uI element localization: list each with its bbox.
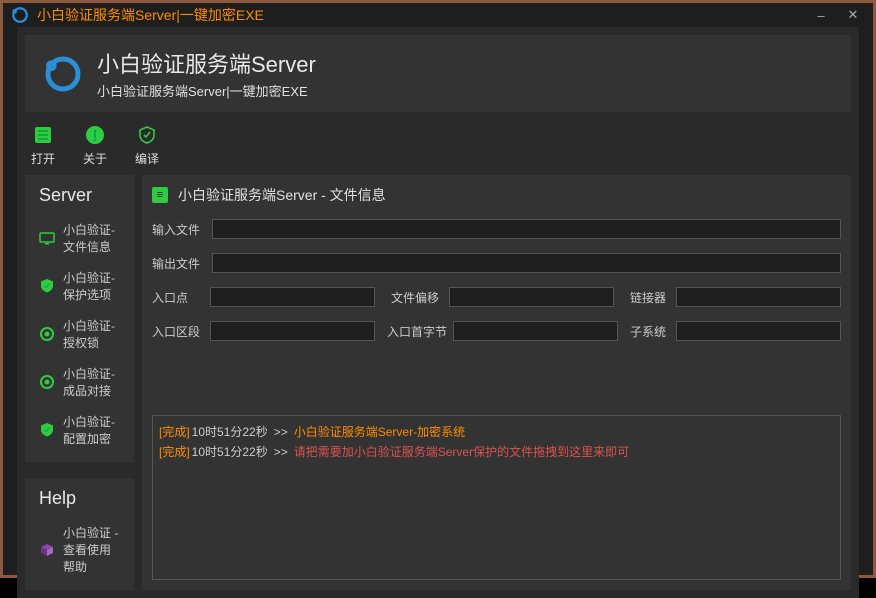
log-tag: [完成] — [159, 422, 190, 442]
linker-field[interactable] — [676, 287, 841, 307]
sidebar-item-label: 小白验证- 成品对接 — [63, 365, 120, 399]
compile-label: 编译 — [135, 150, 159, 167]
sidebar-item-label: 小白验证- 授权锁 — [63, 317, 120, 351]
sidebar-item-encrypt[interactable]: 小白验证- 配置加密 — [33, 406, 126, 454]
entry-section-label: 入口区段 — [152, 323, 204, 340]
output-file-row: 输出文件 — [152, 253, 841, 273]
open-label: 打开 — [31, 150, 55, 167]
sidebar-item-product[interactable]: 小白验证- 成品对接 — [33, 358, 126, 406]
main-panel: 小白验证服务端Server - 文件信息 输入文件 输出文件 入口点 文件偏移 — [142, 175, 851, 590]
linker-label: 链接器 — [630, 289, 670, 306]
banner: 小白验证服务端Server 小白验证服务端Server|一键加密EXE — [25, 35, 851, 112]
entry-point-field[interactable] — [210, 287, 375, 307]
banner-title: 小白验证服务端Server — [97, 47, 316, 79]
output-file-label: 输出文件 — [152, 255, 204, 272]
log-line: [完成]10时51分22秒 >> 请把需要加小白验证服务端Server保护的文件… — [159, 442, 834, 462]
monitor-icon — [39, 230, 55, 246]
content-area: 小白验证服务端Server 小白验证服务端Server|一键加密EXE 打开 关… — [17, 27, 859, 598]
app-window: 小白验证服务端Server|一键加密EXE – ✕ 小白验证服务端Server … — [0, 0, 876, 578]
log-msg: 请把需要加小白验证服务端Server保护的文件拖拽到这里来即可 — [294, 442, 629, 462]
toolbar: 打开 关于 编译 — [17, 120, 859, 175]
sidebar-item-label: 小白验证- 配置加密 — [63, 413, 120, 447]
log-time: 10时51分22秒 — [192, 422, 268, 442]
info-icon — [84, 124, 106, 146]
open-button[interactable]: 打开 — [31, 124, 55, 167]
file-offset-field[interactable] — [449, 287, 614, 307]
entry-point-label: 入口点 — [152, 289, 204, 306]
subsystem-label: 子系统 — [630, 323, 670, 340]
shield-check-icon — [39, 278, 55, 294]
entry-section-field[interactable] — [210, 321, 375, 341]
sidebar-item-help[interactable]: 小白验证 - 查看使用帮助 — [33, 517, 126, 582]
about-button[interactable]: 关于 — [83, 124, 107, 167]
list-icon — [152, 187, 168, 203]
list-icon — [32, 124, 54, 146]
log-time: 10时51分22秒 — [192, 442, 268, 462]
sidebar: Server 小白验证- 文件信息 小白验证- 保护选项 小白验证- 授权锁 — [25, 175, 134, 590]
main-title: 小白验证服务端Server - 文件信息 — [178, 185, 386, 205]
output-file-field[interactable] — [212, 253, 841, 273]
cube-icon — [39, 542, 55, 558]
circle-dot-icon — [39, 326, 55, 342]
log-arrow: >> — [274, 422, 288, 442]
app-icon — [11, 6, 29, 24]
log-msg: 小白验证服务端Server-加密系统 — [294, 422, 465, 442]
body-row: Server 小白验证- 文件信息 小白验证- 保护选项 小白验证- 授权锁 — [17, 175, 859, 598]
compile-button[interactable]: 编译 — [135, 124, 159, 167]
help-section: Help 小白验证 - 查看使用帮助 — [25, 478, 134, 590]
sidebar-item-fileinfo[interactable]: 小白验证- 文件信息 — [33, 214, 126, 262]
about-label: 关于 — [83, 150, 107, 167]
entry-first-byte-label: 入口首字节 — [387, 323, 447, 340]
entry-row: 入口点 文件偏移 链接器 — [152, 287, 841, 307]
sidebar-item-label: 小白验证 - 查看使用帮助 — [63, 524, 120, 575]
subsystem-field[interactable] — [676, 321, 841, 341]
titlebar-text: 小白验证服务端Server|一键加密EXE — [37, 5, 801, 25]
log-line: [完成]10时51分22秒 >> 小白验证服务端Server-加密系统 — [159, 422, 834, 442]
circle-dot-icon — [39, 374, 55, 390]
sidebar-item-label: 小白验证- 保护选项 — [63, 269, 120, 303]
help-header: Help — [33, 486, 126, 517]
server-section: Server 小白验证- 文件信息 小白验证- 保护选项 小白验证- 授权锁 — [25, 175, 134, 462]
input-file-field[interactable] — [212, 219, 841, 239]
sidebar-item-label: 小白验证- 文件信息 — [63, 221, 120, 255]
input-file-label: 输入文件 — [152, 221, 204, 238]
entry-first-byte-field[interactable] — [453, 321, 618, 341]
file-offset-label: 文件偏移 — [391, 289, 443, 306]
minimize-button[interactable]: – — [809, 3, 833, 27]
log-tag: [完成] — [159, 442, 190, 462]
input-file-row: 输入文件 — [152, 219, 841, 239]
banner-subtitle: 小白验证服务端Server|一键加密EXE — [97, 81, 316, 100]
banner-icon — [43, 54, 83, 94]
sidebar-item-protection[interactable]: 小白验证- 保护选项 — [33, 262, 126, 310]
banner-text-group: 小白验证服务端Server 小白验证服务端Server|一键加密EXE — [97, 47, 316, 100]
sidebar-item-authlock[interactable]: 小白验证- 授权锁 — [33, 310, 126, 358]
shield-icon — [136, 124, 158, 146]
log-box[interactable]: [完成]10时51分22秒 >> 小白验证服务端Server-加密系统 [完成]… — [152, 415, 841, 580]
titlebar[interactable]: 小白验证服务端Server|一键加密EXE – ✕ — [3, 3, 873, 27]
server-header: Server — [33, 183, 126, 214]
close-button[interactable]: ✕ — [841, 3, 865, 27]
shield-check-icon — [39, 422, 55, 438]
main-header: 小白验证服务端Server - 文件信息 — [152, 185, 841, 211]
section-row: 入口区段 入口首字节 子系统 — [152, 321, 841, 341]
log-arrow: >> — [274, 442, 288, 462]
